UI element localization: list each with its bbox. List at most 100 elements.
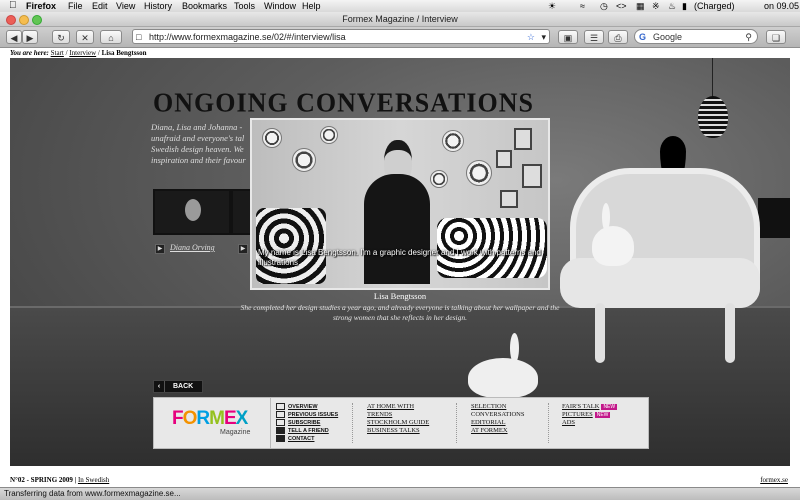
sidebar-icon: ❏ (771, 33, 781, 43)
search-placeholder: Google (653, 32, 683, 42)
spaces-icon[interactable]: ▦ (636, 0, 645, 12)
google-icon: G (639, 32, 647, 42)
nav-link-at-home-with[interactable]: AT HOME WITH (367, 403, 429, 411)
menu-tools[interactable]: Tools (234, 0, 255, 12)
utility-link[interactable]: CONTACT (276, 435, 338, 443)
decor-plate (466, 160, 492, 186)
new-badge: NEW (594, 411, 611, 418)
utility-link[interactable]: TELL A FRIEND (276, 427, 338, 435)
menu-window[interactable]: Window (264, 0, 296, 12)
archive-icon (276, 411, 285, 419)
breadcrumb-start-link[interactable]: Start (51, 49, 64, 57)
issue-info: N°02 - SPRING 2009 | In Swedish (10, 476, 110, 484)
battery-status[interactable]: (Charged) (694, 0, 735, 12)
nav-link-stockholm-guide[interactable]: STOCKHOLM GUIDE (367, 419, 429, 427)
nav-link-conversations[interactable]: CONVERSATIONS (471, 411, 524, 419)
site-link[interactable]: formex.se (760, 476, 788, 484)
search-icon[interactable]: ⚲ (745, 30, 752, 44)
window-titlebar: Formex Magazine / Interview (0, 12, 800, 27)
forward-arrow-icon: ▶ (26, 33, 34, 43)
menu-help[interactable]: Help (302, 0, 321, 12)
decor-frame (514, 128, 532, 150)
back-button[interactable]: ‹ BACK (153, 380, 203, 393)
decor-frame (500, 190, 518, 208)
wifi-icon[interactable]: ≈ (580, 0, 585, 12)
interview-thumbnail[interactable] (153, 189, 231, 235)
sync-icon[interactable]: ☀ (548, 0, 556, 12)
utility-link[interactable]: PREVIOUS ISSUES (276, 411, 338, 419)
back-nav-button[interactable]: ◀ (6, 30, 22, 44)
url-text: http://www.formexmagazine.se/02/#/interv… (149, 32, 346, 42)
breadcrumb-label: You are here: (10, 49, 49, 57)
nav-column-1: AT HOME WITH TRENDS STOCKHOLM GUIDE BUSI… (367, 403, 429, 435)
chair-leg (595, 303, 605, 363)
breadcrumb-interview-link[interactable]: Interview (69, 49, 96, 57)
forward-nav-button[interactable]: ▶ (22, 30, 38, 44)
url-dropdown-icon[interactable]: ▾ (541, 30, 546, 44)
apple-menu-icon[interactable]:  (9, 0, 17, 12)
window-title: Formex Magazine / Interview (342, 14, 458, 24)
divider (456, 403, 458, 443)
reload-button[interactable]: ↻ (52, 30, 70, 44)
close-window-button[interactable] (6, 15, 16, 25)
zoom-window-button[interactable] (32, 15, 42, 25)
video-subtitle: My name is Lisa Bengtsson. I'm a graphic… (258, 248, 542, 267)
decor-plate (292, 148, 316, 172)
divider (548, 403, 550, 443)
utility-link[interactable]: SUBSCRIBE (276, 419, 338, 427)
menu-file[interactable]: File (68, 0, 83, 12)
url-field[interactable]: □ http://www.formexmagazine.se/02/#/inte… (132, 29, 550, 44)
browser-toolbar: ◀ ▶ ↻ ✕ ⌂ □ http://www.formexmagazine.se… (0, 27, 800, 48)
print-button[interactable]: ⎙ (608, 30, 628, 44)
bluetooth-icon[interactable]: ※ (652, 0, 660, 12)
stop-button[interactable]: ✕ (76, 30, 94, 44)
timemachine-icon[interactable]: ◷ (600, 0, 608, 12)
code-icon[interactable]: <> (616, 0, 627, 12)
nav-link-at-formex[interactable]: AT FORMEX (471, 427, 524, 435)
decor-frame (522, 164, 542, 188)
volume-icon[interactable]: ♨ (668, 0, 676, 12)
home-button[interactable]: ⌂ (100, 30, 122, 44)
minimize-window-button[interactable] (19, 15, 29, 25)
video-player[interactable]: My name is Lisa Bengtsson. I'm a graphic… (250, 118, 550, 290)
language-link[interactable]: In Swedish (78, 476, 109, 484)
menu-app-name[interactable]: Firefox (26, 0, 56, 12)
menu-view[interactable]: View (116, 0, 135, 12)
bookmark-star-icon[interactable]: ☆ (527, 30, 535, 44)
portrait (185, 199, 201, 221)
nav-link-pictures[interactable]: PICTURES NEW (562, 411, 617, 419)
page-icon: □ (136, 32, 142, 42)
nav-link-ads[interactable]: ADS (562, 419, 617, 427)
nav-link-selection[interactable]: SELECTION (471, 403, 524, 411)
divider (352, 403, 354, 443)
play-icon[interactable]: ▶ (238, 244, 248, 254)
menu-bookmarks[interactable]: Bookmarks (182, 0, 227, 12)
stop-icon: ✕ (81, 33, 89, 43)
caption-description: She completed her design studies a year … (240, 303, 560, 322)
lamp-wire (712, 58, 713, 98)
caption-name: Lisa Bengtsson (373, 291, 427, 301)
home-icon: ⌂ (108, 33, 114, 43)
nav-link-business-talks[interactable]: BUSINESS TALKS (367, 427, 429, 435)
nav-link-fairs-talk[interactable]: FAIR'S TALK NEW (562, 403, 618, 411)
rabbit-on-chair (592, 226, 634, 266)
nav-link-editorial[interactable]: EDITORIAL (471, 419, 524, 427)
play-icon[interactable]: ▶ (155, 244, 165, 254)
menu-edit[interactable]: Edit (92, 0, 108, 12)
battery-icon[interactable]: ▮ (682, 0, 687, 12)
logo-subtitle: Magazine (220, 429, 251, 436)
nav-column-2: SELECTION CONVERSATIONS EDITORIAL AT FOR… (471, 403, 524, 435)
search-field[interactable]: G Google ⚲ (634, 29, 758, 44)
sidebar-button[interactable]: ❏ (766, 30, 786, 44)
menu-list-button[interactable]: ☰ (584, 30, 604, 44)
screenshot-button[interactable]: ▣ (558, 30, 578, 44)
utility-link[interactable]: OVERVIEW (276, 403, 338, 411)
book-icon (276, 403, 285, 411)
thumbnail-name-link[interactable]: Diana Orving (170, 243, 215, 252)
menu-history[interactable]: History (144, 0, 172, 12)
hero-background: ONGOING CONVERSATIONS Diana, Lisa and Jo… (10, 58, 790, 466)
clock[interactable]: on 09.05 (764, 0, 799, 12)
nav-link-trends[interactable]: TRENDS (367, 411, 429, 419)
issue-label: N°02 - SPRING 2009 (10, 476, 73, 484)
formex-logo[interactable]: FORMEX (172, 408, 248, 430)
